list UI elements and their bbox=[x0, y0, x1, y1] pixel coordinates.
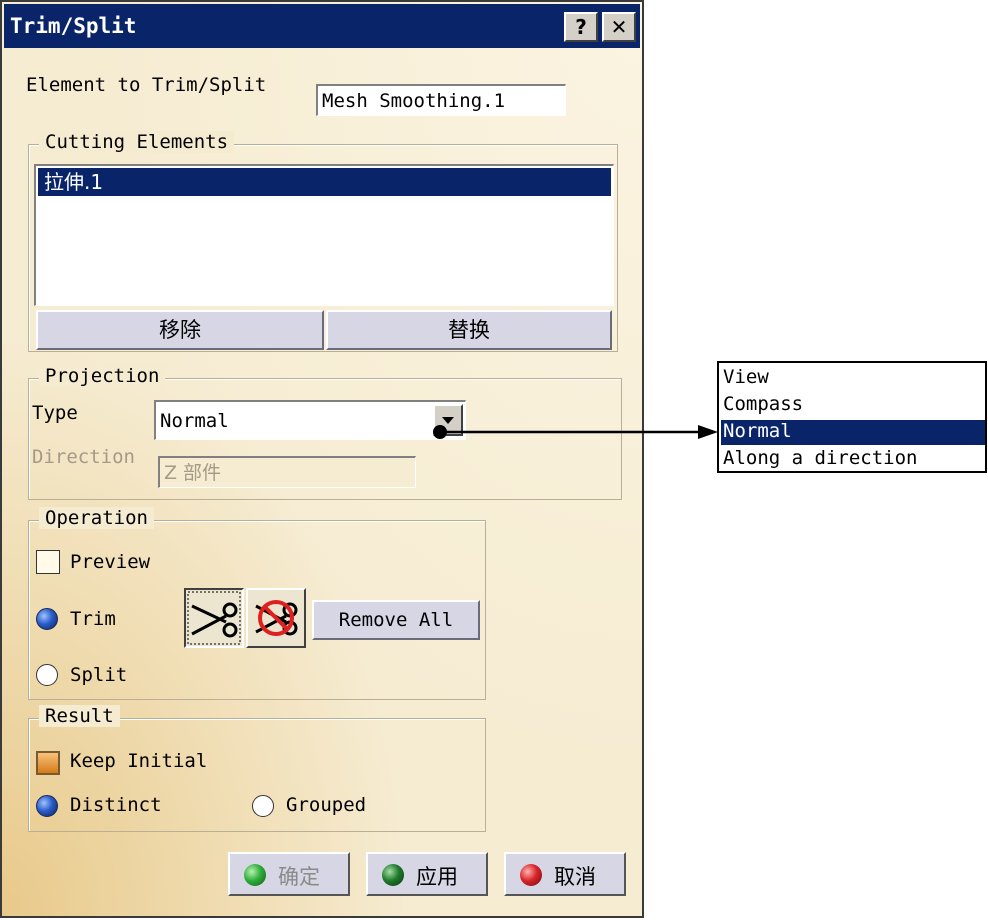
grouped-label: Grouped bbox=[286, 794, 367, 816]
projection-legend: Projection bbox=[39, 365, 166, 387]
scissors-button[interactable] bbox=[184, 588, 244, 648]
replace-button[interactable]: 替换 bbox=[326, 310, 612, 350]
apply-label: 应用 bbox=[416, 865, 458, 889]
trim-radio[interactable] bbox=[36, 608, 58, 630]
element-label: Element to Trim/Split bbox=[26, 74, 267, 96]
result-legend: Result bbox=[39, 705, 120, 727]
help-button[interactable]: ? bbox=[564, 12, 598, 42]
chevron-down-icon bbox=[442, 417, 454, 424]
cancel-label: 取消 bbox=[554, 865, 596, 889]
dropdown-option-view[interactable]: View bbox=[723, 366, 769, 388]
trim-label: Trim bbox=[70, 608, 116, 630]
type-combo[interactable]: Normal bbox=[154, 400, 466, 440]
type-label: Type bbox=[32, 402, 78, 424]
scissors-icon bbox=[187, 591, 241, 645]
split-label: Split bbox=[70, 664, 128, 686]
help-icon: ? bbox=[575, 15, 587, 39]
direction-value: Z 部件 bbox=[164, 462, 222, 484]
ok-ball-icon bbox=[244, 864, 266, 886]
callout-arrowhead bbox=[698, 425, 718, 439]
cancel-button[interactable]: 取消 bbox=[504, 852, 626, 896]
apply-button[interactable]: 应用 bbox=[366, 852, 488, 896]
keep-initial-checkbox[interactable] bbox=[36, 751, 60, 775]
title-bar[interactable]: Trim/Split ? ✕ bbox=[4, 4, 640, 48]
distinct-radio[interactable] bbox=[36, 795, 58, 817]
cancel-ball-icon bbox=[520, 864, 542, 886]
close-icon: ✕ bbox=[610, 15, 628, 39]
close-button[interactable]: ✕ bbox=[602, 12, 636, 42]
list-item[interactable]: 拉伸.1 bbox=[38, 168, 611, 196]
element-value: Mesh Smoothing.1 bbox=[322, 90, 506, 112]
remove-all-button[interactable]: Remove All bbox=[312, 600, 480, 640]
dialog-title: Trim/Split bbox=[10, 14, 137, 38]
operation-legend: Operation bbox=[39, 507, 154, 529]
remove-button[interactable]: 移除 bbox=[36, 310, 324, 350]
preview-label: Preview bbox=[70, 551, 151, 573]
direction-label: Direction bbox=[32, 446, 135, 468]
grouped-radio[interactable] bbox=[252, 795, 274, 817]
combo-arrow-button[interactable] bbox=[433, 404, 463, 436]
distinct-label: Distinct bbox=[70, 794, 162, 816]
ok-button[interactable]: 确定 bbox=[228, 852, 350, 896]
no-scissors-button[interactable] bbox=[246, 588, 306, 648]
element-field[interactable]: Mesh Smoothing.1 bbox=[316, 84, 566, 116]
direction-field: Z 部件 bbox=[158, 456, 416, 488]
keep-initial-label: Keep Initial bbox=[70, 750, 208, 772]
trim-split-dialog: Trim/Split ? ✕ Element to Trim/Split Mes… bbox=[0, 0, 644, 918]
type-value: Normal bbox=[160, 410, 229, 432]
preview-checkbox[interactable] bbox=[36, 550, 60, 574]
no-scissors-icon bbox=[255, 600, 298, 636]
dropdown-option-normal[interactable]: Normal bbox=[723, 420, 792, 442]
cutting-elements-legend: Cutting Elements bbox=[39, 131, 235, 153]
cutting-elements-list[interactable]: 拉伸.1 bbox=[34, 164, 614, 306]
type-dropdown-list: View Compass Normal Along a direction bbox=[717, 361, 987, 473]
split-radio[interactable] bbox=[36, 664, 58, 686]
dropdown-option-along-a-direction[interactable]: Along a direction bbox=[723, 447, 917, 469]
dropdown-option-compass[interactable]: Compass bbox=[723, 393, 803, 415]
apply-ball-icon bbox=[382, 864, 404, 886]
ok-label: 确定 bbox=[278, 865, 320, 889]
